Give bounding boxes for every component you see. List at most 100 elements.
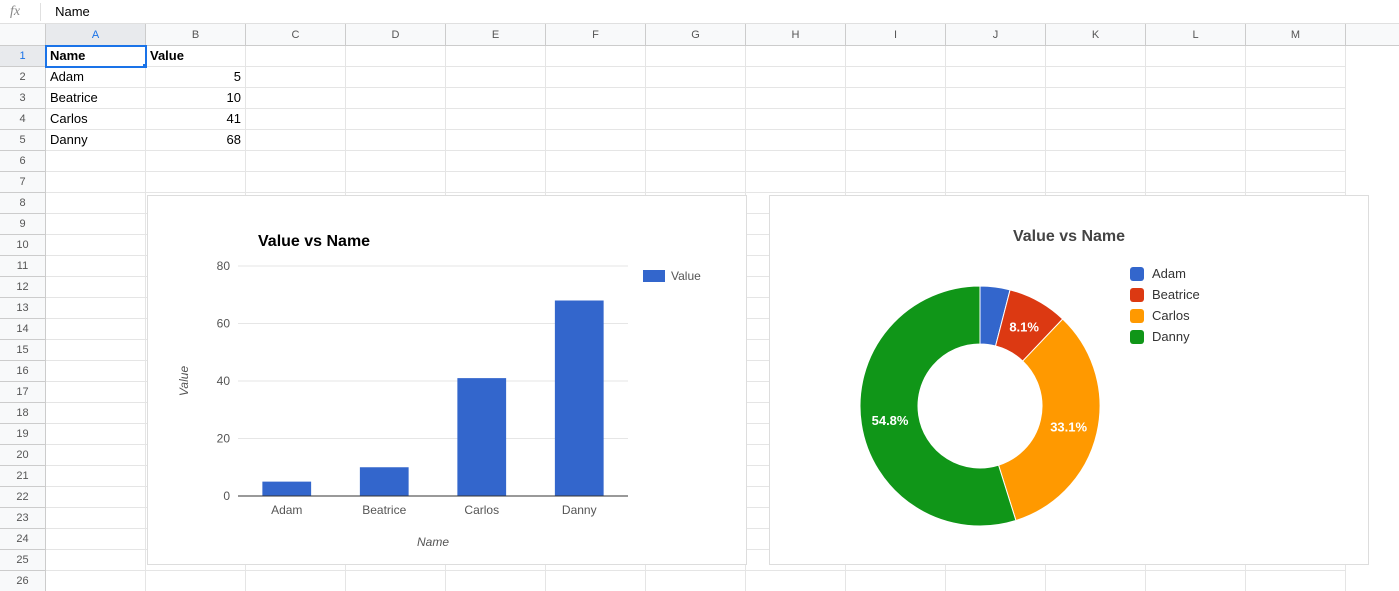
bar-Danny[interactable] [555, 301, 604, 497]
cell-A10[interactable] [46, 235, 146, 256]
cell-J2[interactable] [946, 67, 1046, 88]
row-header-17[interactable]: 17 [0, 382, 45, 403]
cell-J6[interactable] [946, 151, 1046, 172]
legend-item-Beatrice[interactable]: Beatrice [1130, 287, 1200, 302]
row-header-9[interactable]: 9 [0, 214, 45, 235]
cell-J4[interactable] [946, 109, 1046, 130]
cell-F4[interactable] [546, 109, 646, 130]
cell-K7[interactable] [1046, 172, 1146, 193]
column-header-F[interactable]: F [546, 24, 646, 45]
cell-D3[interactable] [346, 88, 446, 109]
cell-A21[interactable] [46, 466, 146, 487]
cell-K26[interactable] [1046, 571, 1146, 591]
bar-Adam[interactable] [262, 482, 311, 496]
cell-H2[interactable] [746, 67, 846, 88]
cell-D6[interactable] [346, 151, 446, 172]
cell-D1[interactable] [346, 46, 446, 67]
cell-D2[interactable] [346, 67, 446, 88]
column-header-H[interactable]: H [746, 24, 846, 45]
cell-K2[interactable] [1046, 67, 1146, 88]
row-header-8[interactable]: 8 [0, 193, 45, 214]
cell-A4[interactable]: Carlos [46, 109, 146, 130]
cell-C1[interactable] [246, 46, 346, 67]
cell-A23[interactable] [46, 508, 146, 529]
cell-H5[interactable] [746, 130, 846, 151]
row-header-23[interactable]: 23 [0, 508, 45, 529]
cell-J26[interactable] [946, 571, 1046, 591]
cell-I1[interactable] [846, 46, 946, 67]
cell-E1[interactable] [446, 46, 546, 67]
cell-I6[interactable] [846, 151, 946, 172]
cell-C5[interactable] [246, 130, 346, 151]
row-header-10[interactable]: 10 [0, 235, 45, 256]
row-header-2[interactable]: 2 [0, 67, 45, 88]
row-header-26[interactable]: 26 [0, 571, 45, 591]
column-header-A[interactable]: A [46, 24, 146, 45]
row-header-24[interactable]: 24 [0, 529, 45, 550]
cell-I7[interactable] [846, 172, 946, 193]
cell-M6[interactable] [1246, 151, 1346, 172]
column-header-I[interactable]: I [846, 24, 946, 45]
cell-L1[interactable] [1146, 46, 1246, 67]
column-header-E[interactable]: E [446, 24, 546, 45]
cell-A9[interactable] [46, 214, 146, 235]
row-header-14[interactable]: 14 [0, 319, 45, 340]
cell-G26[interactable] [646, 571, 746, 591]
cell-A14[interactable] [46, 319, 146, 340]
cell-M7[interactable] [1246, 172, 1346, 193]
cell-M5[interactable] [1246, 130, 1346, 151]
cell-G7[interactable] [646, 172, 746, 193]
row-header-18[interactable]: 18 [0, 403, 45, 424]
cell-A15[interactable] [46, 340, 146, 361]
cell-G3[interactable] [646, 88, 746, 109]
cell-L2[interactable] [1146, 67, 1246, 88]
cell-A11[interactable] [46, 256, 146, 277]
cell-G1[interactable] [646, 46, 746, 67]
cell-H6[interactable] [746, 151, 846, 172]
cell-L6[interactable] [1146, 151, 1246, 172]
cell-K5[interactable] [1046, 130, 1146, 151]
cell-J7[interactable] [946, 172, 1046, 193]
row-header-19[interactable]: 19 [0, 424, 45, 445]
cell-F6[interactable] [546, 151, 646, 172]
cell-C7[interactable] [246, 172, 346, 193]
cell-I2[interactable] [846, 67, 946, 88]
cell-A13[interactable] [46, 298, 146, 319]
cell-A16[interactable] [46, 361, 146, 382]
cell-G5[interactable] [646, 130, 746, 151]
cell-A2[interactable]: Adam [46, 67, 146, 88]
column-header-D[interactable]: D [346, 24, 446, 45]
cell-J1[interactable] [946, 46, 1046, 67]
cell-H7[interactable] [746, 172, 846, 193]
legend-item-Danny[interactable]: Danny [1130, 329, 1200, 344]
cell-C3[interactable] [246, 88, 346, 109]
cell-B4[interactable]: 41 [146, 109, 246, 130]
cell-D5[interactable] [346, 130, 446, 151]
cell-G2[interactable] [646, 67, 746, 88]
cell-B26[interactable] [146, 571, 246, 591]
cell-A19[interactable] [46, 424, 146, 445]
cell-G4[interactable] [646, 109, 746, 130]
cell-E3[interactable] [446, 88, 546, 109]
cell-M26[interactable] [1246, 571, 1346, 591]
cell-L4[interactable] [1146, 109, 1246, 130]
cell-K4[interactable] [1046, 109, 1146, 130]
cell-K3[interactable] [1046, 88, 1146, 109]
legend-item-Carlos[interactable]: Carlos [1130, 308, 1200, 323]
cell-G6[interactable] [646, 151, 746, 172]
row-header-12[interactable]: 12 [0, 277, 45, 298]
cell-H26[interactable] [746, 571, 846, 591]
row-header-21[interactable]: 21 [0, 466, 45, 487]
column-header-C[interactable]: C [246, 24, 346, 45]
cell-H3[interactable] [746, 88, 846, 109]
donut-chart[interactable]: Value vs Name 8.1%33.1%54.8% AdamBeatric… [769, 195, 1369, 565]
cell-C6[interactable] [246, 151, 346, 172]
cell-I5[interactable] [846, 130, 946, 151]
cell-M2[interactable] [1246, 67, 1346, 88]
row-header-20[interactable]: 20 [0, 445, 45, 466]
cell-D7[interactable] [346, 172, 446, 193]
legend-item-Adam[interactable]: Adam [1130, 266, 1200, 281]
cell-F1[interactable] [546, 46, 646, 67]
cell-B7[interactable] [146, 172, 246, 193]
cell-J5[interactable] [946, 130, 1046, 151]
